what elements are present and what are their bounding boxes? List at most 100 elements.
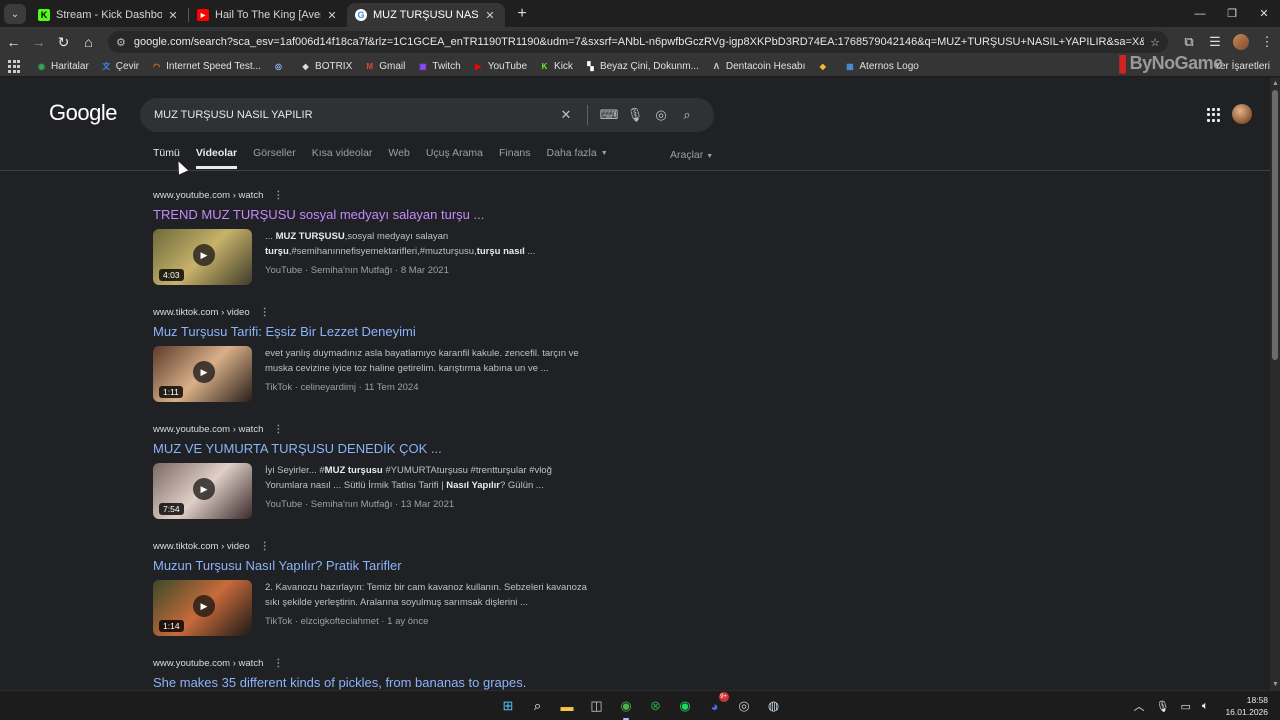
clear-icon[interactable]: ✕ <box>553 107 579 123</box>
bookmark-item[interactable]: ▦ Aternos Logo <box>844 61 919 72</box>
more-options-icon[interactable]: ⋮ <box>273 658 283 669</box>
clock[interactable]: 18:58 16.01.2026 <box>1225 694 1268 718</box>
new-tab-button[interactable]: + <box>511 3 533 25</box>
forward-button[interactable]: → <box>27 30 50 54</box>
close-icon[interactable]: ✕ <box>483 9 497 22</box>
bookmark-item[interactable]: M Gmail <box>364 61 405 72</box>
scrollbar-thumb[interactable] <box>1272 90 1278 360</box>
site-info-icon[interactable]: ⚙ <box>116 36 126 49</box>
more-options-icon[interactable]: ⋮ <box>273 190 283 201</box>
play-icon[interactable]: ▶ <box>193 361 215 383</box>
result-source[interactable]: www.tiktok.com › video ⋮ <box>153 307 613 318</box>
result-channel: Semiha'nın Mutfağı <box>310 265 393 276</box>
bookmark-item[interactable]: ◉ Haritalar <box>36 61 89 72</box>
close-window-button[interactable]: ✕ <box>1248 0 1280 27</box>
tab-kısa-videolar[interactable]: Kısa videolar <box>312 147 373 169</box>
minimize-button[interactable]: — <box>1184 0 1216 27</box>
search-icon[interactable]: ⌕ <box>674 107 700 123</box>
result-source[interactable]: www.youtube.com › watch ⋮ <box>153 658 613 669</box>
google-logo[interactable]: Google <box>49 100 117 126</box>
maximize-button[interactable]: ❐ <box>1216 0 1248 27</box>
file-explorer-icon[interactable]: ▬ <box>556 695 578 717</box>
search-input[interactable]: MUZ TURŞUSU NASIL YAPILIR <box>154 109 553 121</box>
profile-button[interactable] <box>1228 30 1254 54</box>
video-thumbnail[interactable]: ▶ 7:54 <box>153 463 252 519</box>
video-thumbnail[interactable]: ▶ 4:03 <box>153 229 252 285</box>
bookmark-star-icon[interactable]: ☆ <box>1150 36 1160 49</box>
microphone-icon[interactable]: 🎙︎ <box>1155 700 1169 713</box>
result-source[interactable]: www.youtube.com › watch ⋮ <box>153 190 613 201</box>
result-title-link[interactable]: TREND MUZ TURŞUSU sosyal medyayı salayan… <box>153 207 613 222</box>
back-button[interactable]: ← <box>2 30 25 54</box>
store-icon[interactable]: ◫ <box>586 695 608 717</box>
bookmark-item[interactable]: 文 Çevir <box>101 61 139 72</box>
bookmark-item[interactable]: ◆ <box>817 61 832 72</box>
apps-icon[interactable] <box>8 59 22 74</box>
address-bar[interactable]: ⚙ google.com/search?sca_esv=1af006d14f18… <box>108 31 1168 53</box>
more-options-icon[interactable]: ⋮ <box>273 424 283 435</box>
tab-videolar[interactable]: Videolar <box>195 147 238 169</box>
bookmark-item[interactable]: Λ Dentacoin Hesabı <box>711 61 806 72</box>
bookmark-item[interactable]: ◎ <box>273 61 288 72</box>
result-title-link[interactable]: Muz Turşusu Tarifi: Eşsiz Bir Lezzet Den… <box>153 324 613 339</box>
result-source[interactable]: www.tiktok.com › video ⋮ <box>153 541 613 552</box>
bookmark-item[interactable]: ▶ YouTube <box>473 61 527 72</box>
bookmark-item[interactable]: K Kick <box>539 61 573 72</box>
chevron-up-icon[interactable]: ︿ <box>1133 698 1144 714</box>
lens-icon[interactable]: ◎ <box>648 107 674 123</box>
reading-list-icon[interactable]: ☰ <box>1202 30 1228 54</box>
video-thumbnail[interactable]: ▶ 1:14 <box>153 580 252 636</box>
tab-uçuş-arama[interactable]: Uçuş Arama <box>426 147 483 169</box>
volume-icon[interactable]: 🔈︎ <box>1202 700 1209 713</box>
app-icon[interactable]: ◎ <box>733 695 755 717</box>
page-scrollbar[interactable]: ▲ ▼ <box>1270 78 1280 690</box>
google-apps-icon[interactable] <box>1207 108 1221 122</box>
play-icon[interactable]: ▶ <box>193 478 215 500</box>
result-title-link[interactable]: She makes 35 different kinds of pickles,… <box>153 675 613 690</box>
video-thumbnail[interactable]: ▶ 1:11 <box>153 346 252 402</box>
bookmark-item[interactable]: ▚ Beyaz Çini, Dokunm... <box>585 61 699 72</box>
account-avatar[interactable] <box>1232 104 1252 124</box>
spotify-icon[interactable]: ◉ <box>674 695 696 717</box>
xbox-icon[interactable]: ⊗ <box>645 695 667 717</box>
result-title-link[interactable]: Muzun Turşusu Nasıl Yapılır? Pratik Tari… <box>153 558 613 573</box>
tab-search-button[interactable]: ⌄ <box>4 4 26 24</box>
tab-daha-fazla[interactable]: Daha fazla ▼ <box>547 147 608 169</box>
home-button[interactable]: ⌂ <box>77 30 100 54</box>
start-icon[interactable]: ⊞ <box>497 695 519 717</box>
tab-görseller[interactable]: Görseller <box>253 147 296 169</box>
browser-tab-kick[interactable]: K Stream - Kick Dashboard ✕ <box>30 3 188 27</box>
menu-icon[interactable]: ⋮ <box>1254 30 1280 54</box>
browser-tab-google[interactable]: G MUZ TURŞUSU NASIL YAPILIR ✕ <box>347 3 505 27</box>
tab-label: Finans <box>499 147 531 159</box>
reload-button[interactable]: ↻ <box>52 30 75 54</box>
tab-finans[interactable]: Finans <box>499 147 531 169</box>
bookmark-item[interactable]: ◆ BOTRIX <box>300 61 352 72</box>
result-title-link[interactable]: MUZ VE YUMURTA TURŞUSU DENEDİK ÇOK ... <box>153 441 613 456</box>
extensions-icon[interactable]: ⧉ <box>1176 30 1202 54</box>
more-options-icon[interactable]: ⋮ <box>260 541 270 552</box>
tab-web[interactable]: Web <box>388 147 409 169</box>
discord-icon[interactable]: ◕ 9+ <box>704 692 729 717</box>
search-icon[interactable]: ⌕ <box>527 695 549 717</box>
bookmark-label: Kick <box>554 61 573 72</box>
microphone-icon[interactable]: 🎙︎ <box>622 107 648 123</box>
more-options-icon[interactable]: ⋮ <box>260 307 270 318</box>
tools-button[interactable]: Araçlar ▼ <box>670 149 713 161</box>
play-icon[interactable]: ▶ <box>193 244 215 266</box>
play-icon[interactable]: ▶ <box>193 595 215 617</box>
chrome-icon[interactable]: ◉ <box>615 695 637 720</box>
keyboard-icon[interactable]: ⌨ <box>596 107 622 123</box>
scroll-up-icon[interactable]: ▲ <box>1272 80 1279 87</box>
close-icon[interactable]: ✕ <box>325 9 339 22</box>
close-icon[interactable]: ✕ <box>166 9 180 22</box>
scroll-down-icon[interactable]: ▼ <box>1272 681 1279 688</box>
steam-icon[interactable]: ◍ <box>763 695 785 717</box>
search-box[interactable]: MUZ TURŞUSU NASIL YAPILIR ✕ ⌨ 🎙︎ ◎ ⌕ <box>140 98 714 132</box>
url-text[interactable]: google.com/search?sca_esv=1af006d14f18ca… <box>134 36 1144 48</box>
bookmark-item[interactable]: ▣ Twitch <box>417 61 461 72</box>
browser-tab-youtube[interactable]: ▶ Hail To The King [Avenged Sev ✕ <box>189 3 347 27</box>
result-source[interactable]: www.youtube.com › watch ⋮ <box>153 424 613 435</box>
network-icon[interactable]: ▭ <box>1180 700 1190 713</box>
bookmark-item[interactable]: ◠ Internet Speed Test... <box>151 61 261 72</box>
